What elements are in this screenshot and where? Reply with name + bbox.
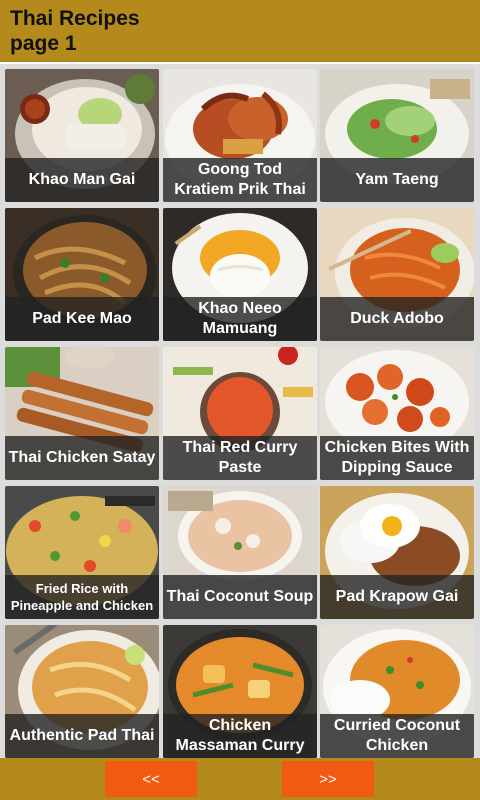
recipe-tile-goong-tod[interactable]: Goong Tod Kratiem Prik Thai xyxy=(163,69,317,202)
recipe-tile-khao-man-gai[interactable]: Khao Man Gai xyxy=(5,69,159,202)
previous-page-button[interactable]: << xyxy=(105,761,197,797)
recipe-label: Thai Coconut Soup xyxy=(163,575,317,619)
recipe-label: Thai Chicken Satay xyxy=(5,436,159,480)
recipe-label: Thai Red Curry Paste xyxy=(163,436,317,480)
recipe-tile-thai-coconut-soup[interactable]: Thai Coconut Soup xyxy=(163,486,317,619)
recipe-tile-fried-rice-pineapple[interactable]: Fried Rice with Pineapple and Chicken xyxy=(5,486,159,619)
recipe-label: Yam Taeng xyxy=(320,158,474,202)
recipe-grid: Khao Man Gai Goong Tod Kratiem Prik Thai… xyxy=(0,64,480,758)
recipe-tile-yam-taeng[interactable]: Yam Taeng xyxy=(320,69,474,202)
recipe-label: Goong Tod Kratiem Prik Thai xyxy=(163,158,317,202)
recipe-label: Pad Krapow Gai xyxy=(320,575,474,619)
recipe-label: Fried Rice with Pineapple and Chicken xyxy=(5,575,159,619)
recipe-label: Khao Man Gai xyxy=(5,158,159,202)
recipe-label: Chicken Massaman Curry xyxy=(163,714,317,758)
recipe-tile-khao-neeo-mamuang[interactable]: Khao Neeo Mamuang xyxy=(163,208,317,341)
recipe-tile-chicken-bites[interactable]: Chicken Bites With Dipping Sauce xyxy=(320,347,474,480)
recipe-label: Khao Neeo Mamuang xyxy=(163,297,317,341)
next-page-button[interactable]: >> xyxy=(282,761,374,797)
page-title: Thai Recipes xyxy=(10,7,140,30)
app-header: Thai Recipes page 1 xyxy=(0,0,480,62)
recipe-tile-chicken-massaman-curry[interactable]: Chicken Massaman Curry xyxy=(163,625,317,758)
recipe-label: Pad Kee Mao xyxy=(5,297,159,341)
recipe-tile-authentic-pad-thai[interactable]: Authentic Pad Thai xyxy=(5,625,159,758)
recipe-tile-pad-kee-mao[interactable]: Pad Kee Mao xyxy=(5,208,159,341)
recipe-tile-pad-krapow-gai[interactable]: Pad Krapow Gai xyxy=(320,486,474,619)
recipe-label: Duck Adobo xyxy=(320,297,474,341)
recipe-tile-thai-chicken-satay[interactable]: Thai Chicken Satay xyxy=(5,347,159,480)
page-subtitle: page 1 xyxy=(10,32,77,55)
recipe-tile-duck-adobo[interactable]: Duck Adobo xyxy=(320,208,474,341)
pagination-bar: << >> xyxy=(0,758,480,800)
recipe-label: Curried Coconut Chicken xyxy=(320,714,474,758)
recipe-label: Chicken Bites With Dipping Sauce xyxy=(320,436,474,480)
recipe-label: Authentic Pad Thai xyxy=(5,714,159,758)
recipe-tile-thai-red-curry-paste[interactable]: Thai Red Curry Paste xyxy=(163,347,317,480)
recipe-tile-curried-coconut-chicken[interactable]: Curried Coconut Chicken xyxy=(320,625,474,758)
